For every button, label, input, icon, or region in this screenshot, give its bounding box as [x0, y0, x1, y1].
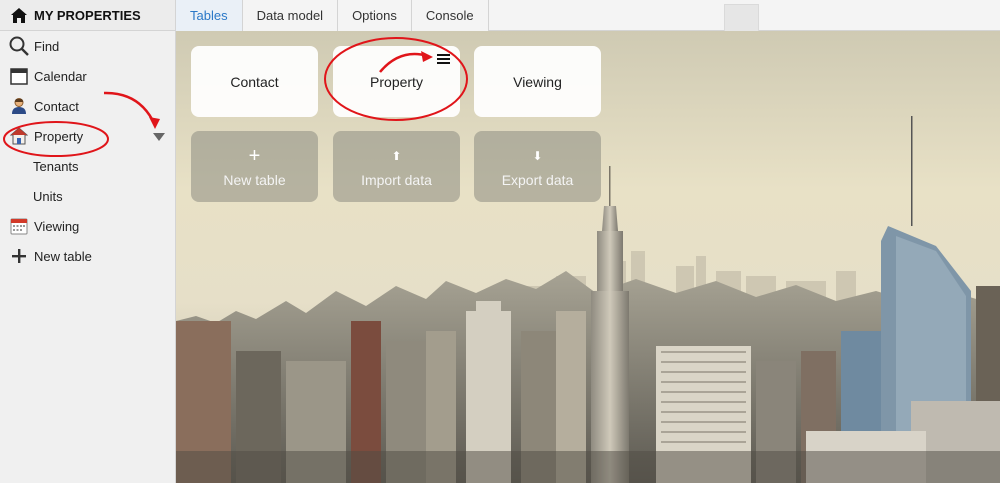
sidebar-item-units[interactable]: Units: [0, 181, 175, 211]
sidebar-item-property[interactable]: Property: [0, 121, 175, 151]
export-data-button[interactable]: ⬇ Export data: [474, 131, 601, 202]
sidebar-header-label: MY PROPERTIES: [34, 7, 141, 23]
plus-icon: [9, 246, 29, 266]
import-data-button[interactable]: ⬆ Import data: [333, 131, 460, 202]
sidebar-item-calendar[interactable]: Calendar: [0, 61, 175, 91]
hamburger-menu-icon[interactable]: [437, 54, 450, 65]
sidebar-item-viewing[interactable]: Viewing: [0, 211, 175, 241]
table-card-label: Property: [370, 73, 423, 90]
tab-console[interactable]: Console: [411, 0, 489, 31]
sidebar-item-label: Units: [33, 188, 63, 204]
table-card-contact[interactable]: Contact: [191, 46, 318, 117]
table-card-label: Contact: [230, 73, 279, 90]
tab-options[interactable]: Options: [338, 0, 412, 31]
home-icon: [9, 5, 29, 25]
table-card-viewing[interactable]: Viewing: [474, 46, 601, 117]
sidebar-item-tenants[interactable]: Tenants: [0, 151, 175, 181]
tab-placeholder: [724, 4, 759, 32]
table-card-label: Viewing: [513, 73, 562, 90]
sidebar-header[interactable]: MY PROPERTIES: [0, 0, 175, 31]
sidebar-item-label: Property: [34, 128, 84, 144]
upload-arrow-icon: ⬆: [391, 148, 402, 163]
house-icon: [9, 126, 29, 146]
sidebar-item-label: Calendar: [34, 68, 87, 84]
sidebar-item-new-table[interactable]: New table: [0, 241, 175, 271]
main-area: Contact Property Viewing + New table ⬆ I…: [176, 31, 1000, 483]
table-card-property[interactable]: Property: [333, 46, 460, 117]
sidebar-item-contact[interactable]: Contact: [0, 91, 175, 121]
new-table-button[interactable]: + New table: [191, 131, 318, 202]
tab-tables[interactable]: Tables: [176, 0, 243, 31]
sidebar: MY PROPERTIES Find Calendar Contact Prop…: [0, 0, 176, 483]
sidebar-item-find[interactable]: Find: [0, 31, 175, 61]
sidebar-item-label: Viewing: [34, 218, 80, 234]
action-label: Import data: [361, 171, 432, 188]
calendar-icon: [9, 66, 29, 86]
download-arrow-icon: ⬇: [532, 148, 543, 163]
expand-triangle-icon[interactable]: [153, 133, 165, 141]
calendar-grid-icon: [9, 216, 29, 236]
sidebar-item-label: Contact: [34, 98, 79, 114]
sidebar-item-label: Tenants: [33, 158, 79, 174]
search-icon: [9, 36, 29, 56]
sidebar-item-label: New table: [34, 248, 92, 264]
tab-data-model[interactable]: Data model: [242, 0, 339, 31]
sidebar-item-label: Find: [34, 38, 60, 54]
tab-bar: Tables Data model Options Console: [176, 0, 1000, 32]
action-label: New table: [223, 171, 286, 188]
plus-icon: +: [248, 144, 261, 167]
person-icon: [9, 96, 29, 116]
action-label: Export data: [501, 171, 574, 188]
